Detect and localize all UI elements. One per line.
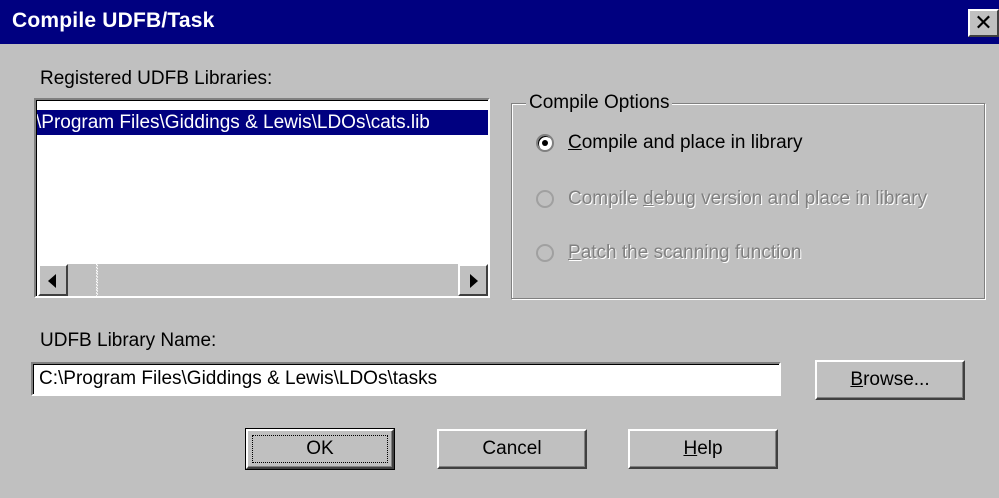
option-patch-scanning: Patch the scanning function — [536, 242, 801, 264]
registered-libraries-label: Registered UDFB Libraries: — [40, 68, 273, 89]
ok-button-label: OK — [306, 438, 334, 459]
scrollbar-track[interactable] — [98, 264, 458, 296]
arrow-left-icon — [48, 274, 56, 288]
scroll-right-button[interactable] — [458, 264, 488, 296]
close-icon: ✕ — [974, 10, 993, 35]
cancel-button-label: Cancel — [482, 438, 542, 459]
option-label: Compile debug version and place in libra… — [568, 188, 928, 209]
title-bar[interactable]: Compile UDFB/Task ✕ — [0, 0, 999, 44]
horizontal-scrollbar[interactable] — [38, 264, 488, 296]
arrow-right-icon — [470, 274, 478, 288]
registered-libraries-listbox[interactable]: \Program Files\Giddings & Lewis\LDOs\cat… — [34, 98, 490, 298]
browse-button[interactable]: Browse... — [815, 360, 965, 400]
scrollbar-thumb[interactable] — [68, 264, 96, 296]
window-title: Compile UDFB/Task — [12, 9, 215, 32]
list-item[interactable]: \Program Files\Giddings & Lewis\LDOs\cat… — [37, 110, 488, 135]
option-label: Compile and place in library — [568, 132, 803, 153]
radio-button-checked[interactable] — [536, 134, 554, 152]
option-compile-debug: Compile debug version and place in libra… — [536, 188, 927, 210]
option-label: Patch the scanning function — [568, 242, 802, 263]
help-button[interactable]: Help — [628, 429, 778, 469]
library-name-label: UDFB Library Name: — [40, 330, 217, 351]
browse-button-label: Browse... — [850, 369, 930, 390]
help-button-label: Help — [683, 438, 723, 459]
radio-dot-icon — [542, 140, 548, 146]
ok-button[interactable]: OK — [245, 428, 395, 470]
compile-options-legend: Compile Options — [526, 92, 673, 114]
list-item-text: \Program Files\Giddings & Lewis\LDOs\cat… — [37, 112, 430, 133]
cancel-button[interactable]: Cancel — [437, 429, 587, 469]
close-button[interactable]: ✕ — [968, 9, 999, 37]
library-name-input[interactable]: C:\Program Files\Giddings & Lewis\LDOs\t… — [31, 362, 781, 396]
option-compile-place[interactable]: Compile and place in library — [536, 132, 802, 154]
radio-button-disabled — [536, 190, 554, 208]
scroll-left-button[interactable] — [38, 264, 68, 296]
radio-button-disabled — [536, 244, 554, 262]
